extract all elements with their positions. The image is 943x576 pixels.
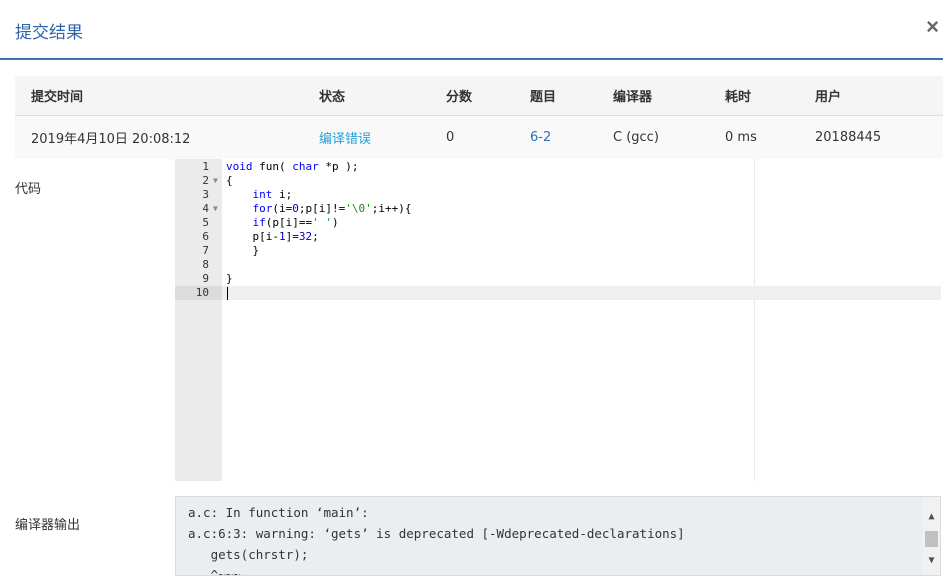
problem-link[interactable]: 6-2 bbox=[530, 116, 551, 159]
code-line: 5 if(p[i]==' ') bbox=[175, 216, 943, 230]
code-text: } bbox=[226, 272, 233, 285]
line-number: 7 bbox=[202, 244, 209, 257]
code-line: 10 bbox=[175, 286, 943, 300]
code-text: int i; bbox=[252, 188, 293, 201]
line-number: 2 bbox=[202, 174, 209, 187]
code-label: 代码 bbox=[15, 182, 42, 197]
header-user: 用户 bbox=[815, 90, 842, 105]
header-problem: 题目 bbox=[530, 90, 557, 105]
code-line: 6 p[i-1]=32; bbox=[175, 230, 943, 244]
compiler-value: C (gcc) bbox=[613, 130, 659, 145]
header-submit-time: 提交时间 bbox=[31, 90, 84, 105]
line-number: 1 bbox=[202, 160, 209, 173]
code-text: } bbox=[226, 244, 260, 257]
code-editor[interactable]: 1 void fun( char *p ); 2 ▼ { 3 int i; 4 … bbox=[175, 159, 943, 481]
table-row: 2019年4月10日 20:08:12 编译错误 0 6-2 C (gcc) 0… bbox=[15, 116, 943, 159]
code-line: 4 ▼ for(i=0;p[i]!='\0';i++){ bbox=[175, 202, 943, 216]
line-number: 6 bbox=[202, 230, 209, 243]
table-header-row: 提交时间 状态 分数 题目 编译器 耗时 用户 bbox=[15, 76, 943, 116]
close-icon[interactable]: × bbox=[926, 14, 939, 40]
code-line: 1 void fun( char *p ); bbox=[175, 160, 943, 174]
header-score: 分数 bbox=[446, 90, 473, 105]
scroll-up-icon[interactable]: ▲ bbox=[923, 511, 940, 525]
modal-header: 提交结果 × bbox=[0, 0, 943, 60]
compiler-output-label: 编译器输出 bbox=[15, 518, 81, 533]
code-text: if(p[i]==' ') bbox=[252, 216, 339, 229]
code-line: 9 } bbox=[175, 272, 943, 286]
compiler-output-box[interactable]: a.c: In function ‘main’: a.c:6:3: warnin… bbox=[175, 496, 941, 576]
elapsed-value: 0 ms bbox=[725, 130, 757, 145]
text-cursor bbox=[227, 287, 228, 300]
output-line: a.c:6:3: warning: ‘gets’ is deprecated [… bbox=[188, 526, 685, 541]
header-elapsed: 耗时 bbox=[725, 90, 752, 105]
score-value: 0 bbox=[446, 130, 455, 145]
code-line: 7 } bbox=[175, 244, 943, 258]
modal-title: 提交结果 bbox=[15, 23, 83, 43]
submission-result-table: 提交时间 状态 分数 题目 编译器 耗时 用户 2019年4月10日 20:08… bbox=[15, 76, 943, 159]
code-line: 2 ▼ { bbox=[175, 174, 943, 188]
submit-time: 2019年4月10日 20:08:12 bbox=[31, 132, 191, 147]
line-number: 10 bbox=[195, 286, 209, 299]
header-compiler: 编译器 bbox=[613, 90, 653, 105]
code-line: 3 int i; bbox=[175, 188, 943, 202]
fold-arrow-icon[interactable]: ▼ bbox=[213, 174, 218, 188]
output-line: ^~~~ bbox=[188, 567, 241, 576]
user-value: 20188445 bbox=[815, 130, 882, 145]
status-link[interactable]: 编译错误 bbox=[319, 116, 371, 159]
code-text: for(i=0;p[i]!='\0';i++){ bbox=[252, 202, 412, 215]
line-number: 3 bbox=[202, 188, 209, 201]
code-text: p[i-1]=32; bbox=[226, 230, 319, 243]
output-line: gets(chrstr); bbox=[188, 547, 309, 562]
scroll-thumb[interactable] bbox=[925, 531, 938, 547]
line-number: 5 bbox=[202, 216, 209, 229]
line-number: 8 bbox=[202, 258, 209, 271]
output-line: a.c: In function ‘main’: bbox=[188, 505, 369, 520]
code-line: 8 bbox=[175, 258, 943, 272]
fold-arrow-icon[interactable]: ▼ bbox=[213, 202, 218, 216]
scroll-down-icon[interactable]: ▼ bbox=[923, 555, 940, 569]
header-status: 状态 bbox=[319, 90, 346, 105]
line-number: 4 bbox=[202, 202, 209, 215]
output-scrollbar[interactable]: ▲ ▼ bbox=[923, 497, 940, 575]
code-text: void fun( char *p ); bbox=[226, 160, 359, 173]
line-number: 9 bbox=[202, 272, 209, 285]
code-text: { bbox=[226, 174, 233, 187]
